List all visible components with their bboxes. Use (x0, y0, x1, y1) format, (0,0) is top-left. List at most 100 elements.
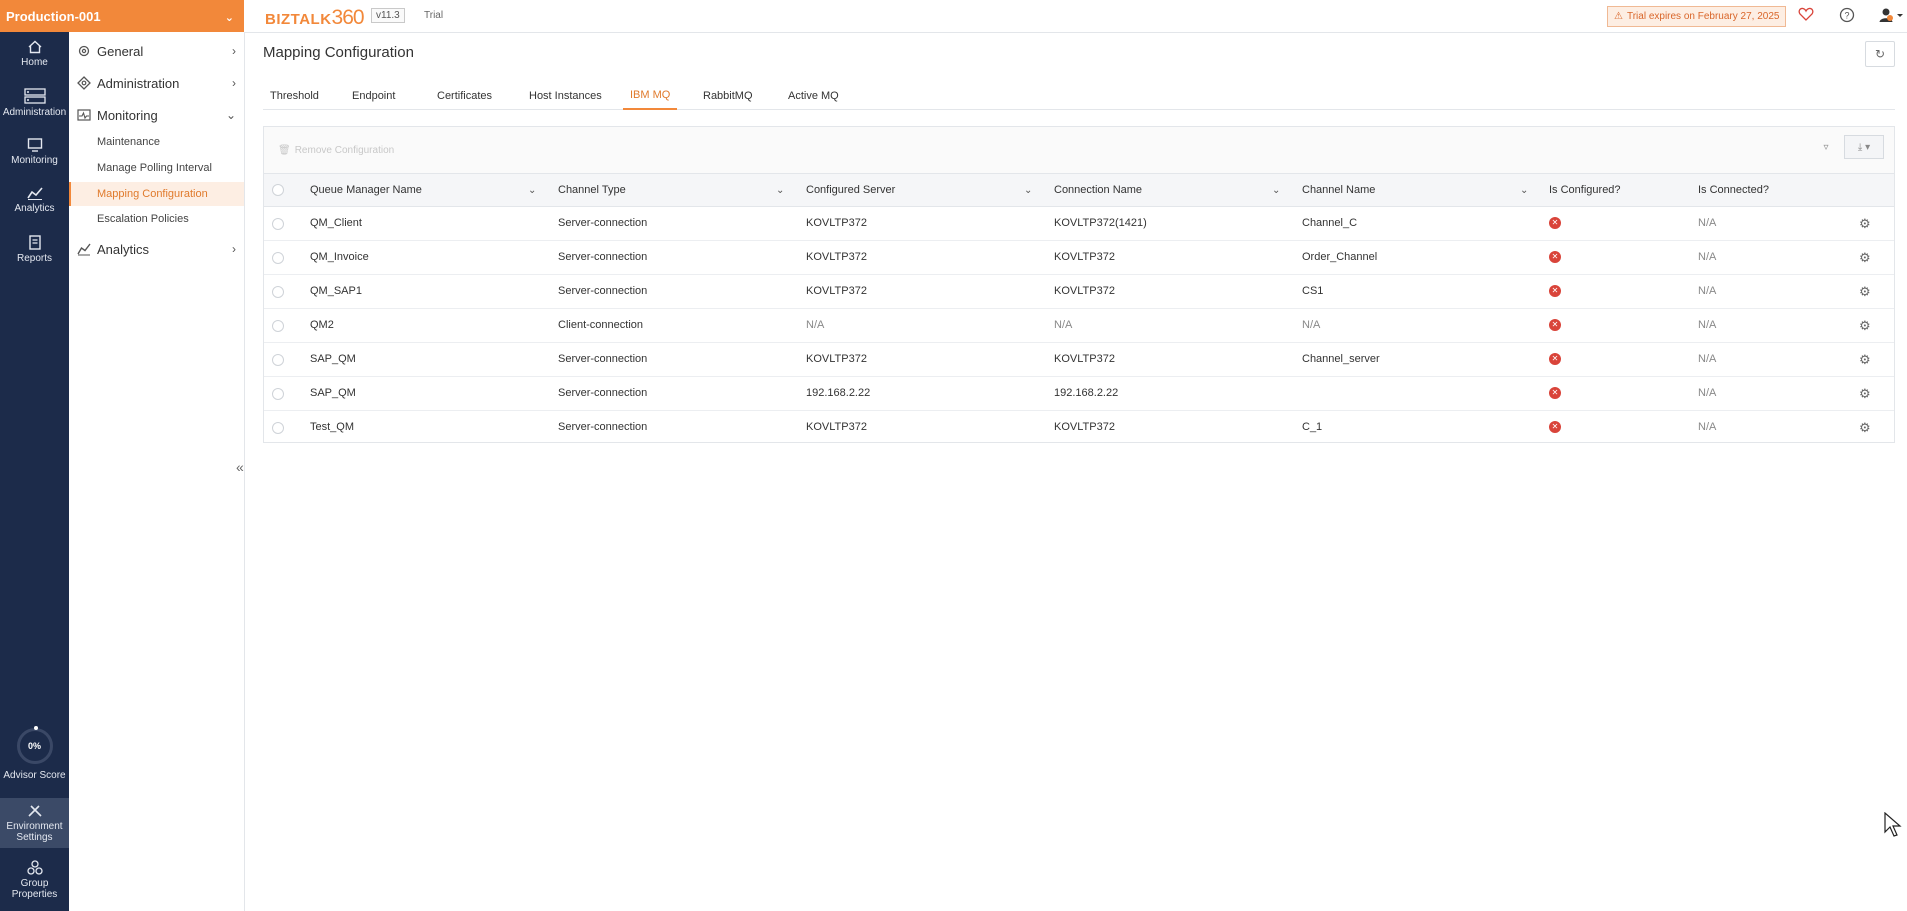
export-icon: ⤓ ▾ (1857, 141, 1871, 153)
table-row[interactable]: Test_QM Server-connection KOVLTP372 KOVL… (264, 411, 1894, 445)
tab-endpoint[interactable]: Endpoint (345, 82, 402, 110)
secondary-nav: General › Administration › Monitoring ⌄ … (69, 32, 245, 911)
cell-channel-name: Channel_C (1302, 217, 1358, 229)
rail-environment-settings[interactable]: Environment Settings (0, 798, 69, 848)
gear-icon[interactable]: ⚙ (1859, 284, 1871, 300)
rail-reports[interactable]: Reports (0, 235, 69, 264)
cell-queue-manager: SAP_QM (310, 387, 356, 399)
cell-channel-name: C_1 (1302, 421, 1323, 433)
gear-icon (78, 45, 90, 57)
cell-configured-server: N/A (806, 319, 825, 331)
col-label: Queue Manager Name (310, 184, 422, 196)
advisor-label: Advisor Score (3, 770, 66, 781)
tab-ibm-mq[interactable]: IBM MQ (623, 82, 678, 110)
subnav-maintenance[interactable]: Maintenance (69, 130, 244, 154)
gear-icon[interactable]: ⚙ (1859, 250, 1871, 266)
col-connection-name[interactable]: Connection Name ⌄ (1054, 184, 1280, 196)
trial-expiry-badge[interactable]: ⚠ Trial expires on February 27, 2025 (1607, 6, 1787, 27)
rail-administration[interactable]: Administration (0, 88, 69, 118)
tab-active-mq[interactable]: Active MQ (781, 82, 846, 110)
gear-icon[interactable]: ⚙ (1859, 216, 1871, 232)
environment-selector[interactable]: Production-001 ⌄ (0, 0, 244, 32)
not-configured-icon: ✕ (1549, 353, 1561, 365)
not-configured-icon: ✕ (1549, 319, 1561, 331)
cell-channel-name: Channel_server (1302, 353, 1380, 365)
chart-icon (26, 187, 43, 200)
row-checkbox[interactable] (272, 388, 284, 400)
chevron-down-icon[interactable]: ⌄ (1520, 185, 1528, 196)
cell-connection-name: KOVLTP372 (1054, 353, 1115, 365)
col-configured-server[interactable]: Configured Server ⌄ (806, 184, 1032, 196)
gear-icon[interactable]: ⚙ (1859, 318, 1871, 334)
tab-host-instances[interactable]: Host Instances (522, 82, 609, 110)
shield-gear-icon (77, 76, 91, 90)
rail-administration-label: Administration (2, 107, 67, 118)
select-all-checkbox[interactable] (272, 184, 284, 196)
cell-is-connected: N/A (1698, 319, 1717, 331)
heart-pulse-icon[interactable] (1797, 7, 1815, 25)
subnav-analytics[interactable]: Analytics › (69, 236, 244, 262)
collapse-sidebar-icon[interactable]: « (236, 459, 244, 475)
refresh-button[interactable]: ↻ (1865, 41, 1895, 67)
rail-home[interactable]: Home (0, 40, 69, 68)
gear-icon[interactable]: ⚙ (1859, 420, 1871, 436)
environment-name: Production-001 (6, 8, 101, 24)
chevron-down-icon[interactable]: ⌄ (1272, 185, 1280, 196)
col-label: Channel Name (1302, 184, 1376, 196)
remove-configuration-button[interactable]: 🗑 Remove Configuration (278, 145, 394, 156)
rail-monitoring[interactable]: Monitoring (0, 138, 69, 166)
trial-label: Trial (424, 10, 444, 21)
table-row[interactable]: SAP_QM Server-connection KOVLTP372 KOVLT… (264, 343, 1894, 377)
export-button[interactable]: ⤓ ▾ (1844, 135, 1884, 159)
subnav-manage-polling-interval[interactable]: Manage Polling Interval (69, 156, 244, 180)
col-label: Configured Server (806, 184, 896, 196)
help-icon[interactable]: ? (1838, 7, 1856, 25)
table-row[interactable]: QM_Client Server-connection KOVLTP372 KO… (264, 207, 1894, 241)
row-checkbox[interactable] (272, 320, 284, 332)
row-checkbox[interactable] (272, 354, 284, 366)
server-icon (23, 88, 46, 104)
clear-filter-button[interactable]: ▿ (1812, 135, 1840, 159)
col-channel-type[interactable]: Channel Type ⌄ (558, 184, 784, 196)
not-configured-icon: ✕ (1549, 251, 1561, 263)
subnav-monitoring[interactable]: Monitoring ⌄ (69, 102, 244, 128)
col-channel-name[interactable]: Channel Name ⌄ (1302, 184, 1528, 196)
subnav-general[interactable]: General › (69, 38, 244, 64)
row-checkbox[interactable] (272, 422, 284, 434)
rail-home-label: Home (21, 57, 48, 68)
env-settings-line1: Environment (6, 821, 63, 832)
logo: BIZTALK360 (265, 6, 365, 30)
advisor-score[interactable]: 0% Advisor Score (0, 726, 69, 781)
env-settings-line2: Settings (16, 832, 53, 843)
row-checkbox[interactable] (272, 218, 284, 230)
not-configured-icon: ✕ (1549, 285, 1561, 297)
chevron-down-icon[interactable]: ⌄ (528, 185, 536, 196)
top-header: BIZTALK360 v11.3 Trial ⚠ Trial expires on… (245, 0, 1907, 33)
subnav-administration[interactable]: Administration › (69, 70, 244, 96)
home-icon (28, 40, 41, 54)
tab-rabbitmq[interactable]: RabbitMQ (696, 82, 760, 110)
gear-icon[interactable]: ⚙ (1859, 352, 1871, 368)
rail-analytics[interactable]: Analytics (0, 186, 69, 214)
user-menu-icon[interactable] (1877, 7, 1905, 25)
table-row[interactable]: QM_SAP1 Server-connection KOVLTP372 KOVL… (264, 275, 1894, 309)
col-queue-manager-name[interactable]: Queue Manager Name ⌄ (310, 184, 536, 196)
row-checkbox[interactable] (272, 252, 284, 264)
ibm-mq-grid: 🗑 Remove Configuration ▿ ⤓ ▾ Queue Manage… (263, 126, 1895, 443)
tab-certificates[interactable]: Certificates (430, 82, 499, 110)
chevron-down-icon[interactable]: ⌄ (776, 185, 784, 196)
tab-threshold[interactable]: Threshold (263, 82, 326, 110)
row-checkbox[interactable] (272, 286, 284, 298)
gear-icon[interactable]: ⚙ (1859, 386, 1871, 402)
subnav-mapping-configuration[interactable]: Mapping Configuration (69, 182, 244, 206)
table-row[interactable]: QM_Invoice Server-connection KOVLTP372 K… (264, 241, 1894, 275)
filter-clear-icon: ▿ (1823, 141, 1829, 153)
chevron-down-icon[interactable]: ⌄ (1024, 185, 1032, 196)
table-row[interactable]: SAP_QM Server-connection 192.168.2.22 19… (264, 377, 1894, 411)
cell-configured-server: KOVLTP372 (806, 217, 867, 229)
group-properties-line1: Group (20, 878, 49, 889)
subnav-escalation-policies[interactable]: Escalation Policies (69, 207, 244, 231)
table-row[interactable]: QM2 Client-connection N/A N/A N/A ✕ N/A … (264, 309, 1894, 343)
rail-group-properties[interactable]: Group Properties (0, 860, 69, 900)
grid-header: Queue Manager Name ⌄ Channel Type ⌄ Config… (264, 173, 1894, 207)
